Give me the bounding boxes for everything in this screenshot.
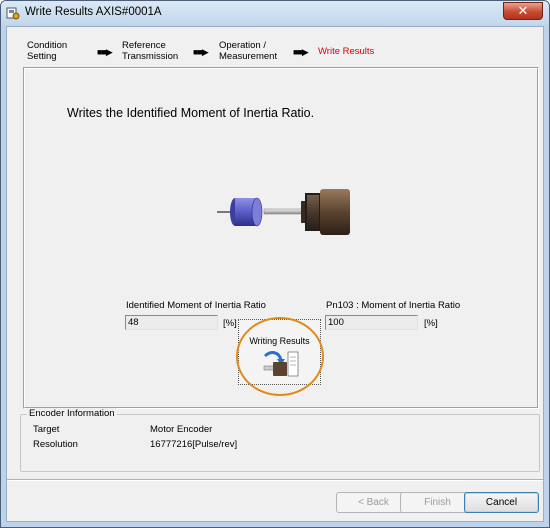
- identified-ratio-label: Identified Moment of Inertia Ratio: [126, 300, 266, 311]
- close-button[interactable]: ✕: [503, 2, 543, 20]
- step-arrow-icon: ■■▶: [293, 47, 309, 57]
- close-icon: ✕: [517, 3, 529, 18]
- step-operation-measurement: Operation / Measurement: [219, 40, 278, 62]
- writing-results-label: Writing Results: [249, 336, 310, 346]
- page-headline: Writes the Identified Moment of Inertia …: [67, 106, 315, 120]
- target-value: Motor Encoder: [150, 424, 213, 435]
- title-bar[interactable]: Write Results AXIS#0001A ✕: [1, 1, 549, 25]
- writing-results-button[interactable]: Writing Results: [238, 319, 321, 385]
- window-title: Write Results AXIS#0001A: [25, 6, 162, 18]
- motor-icon: [217, 189, 350, 235]
- dialog-window: Write Results AXIS#0001A ✕ Condition Set…: [0, 0, 550, 528]
- parameter-value-field: 100: [325, 315, 418, 330]
- identified-ratio-unit: [%]: [223, 318, 237, 329]
- encoder-information-title: Encoder Information: [27, 408, 117, 419]
- step-arrow-icon: ■■▶: [97, 47, 113, 57]
- cancel-button[interactable]: Cancel: [464, 492, 539, 513]
- step-arrow-icon: ■■▶: [193, 47, 209, 57]
- encoder-information-group: Encoder Information Target Motor Encoder…: [20, 408, 540, 472]
- footer-divider: [7, 479, 543, 481]
- step-write-results: Write Results: [318, 46, 375, 57]
- resolution-value: 16777216[Pulse/rev]: [150, 439, 238, 450]
- step-reference-transmission: Reference Transmission: [122, 40, 179, 62]
- write-to-motor-icon: [263, 351, 299, 377]
- step-condition-setting: Condition Setting: [27, 40, 68, 62]
- main-panel: Writes the Identified Moment of Inertia …: [23, 67, 539, 409]
- resolution-label: Resolution: [33, 439, 78, 450]
- wizard-steps: Condition Setting ■■▶ Reference Transmis…: [7, 27, 543, 67]
- target-label: Target: [33, 424, 60, 435]
- dialog-client-area: Condition Setting ■■▶ Reference Transmis…: [6, 26, 544, 522]
- parameter-label: Pn103 : Moment of Inertia Ratio: [326, 300, 461, 311]
- app-icon: [6, 7, 20, 20]
- parameter-unit: [%]: [424, 318, 438, 329]
- identified-ratio-field: 48: [125, 315, 218, 330]
